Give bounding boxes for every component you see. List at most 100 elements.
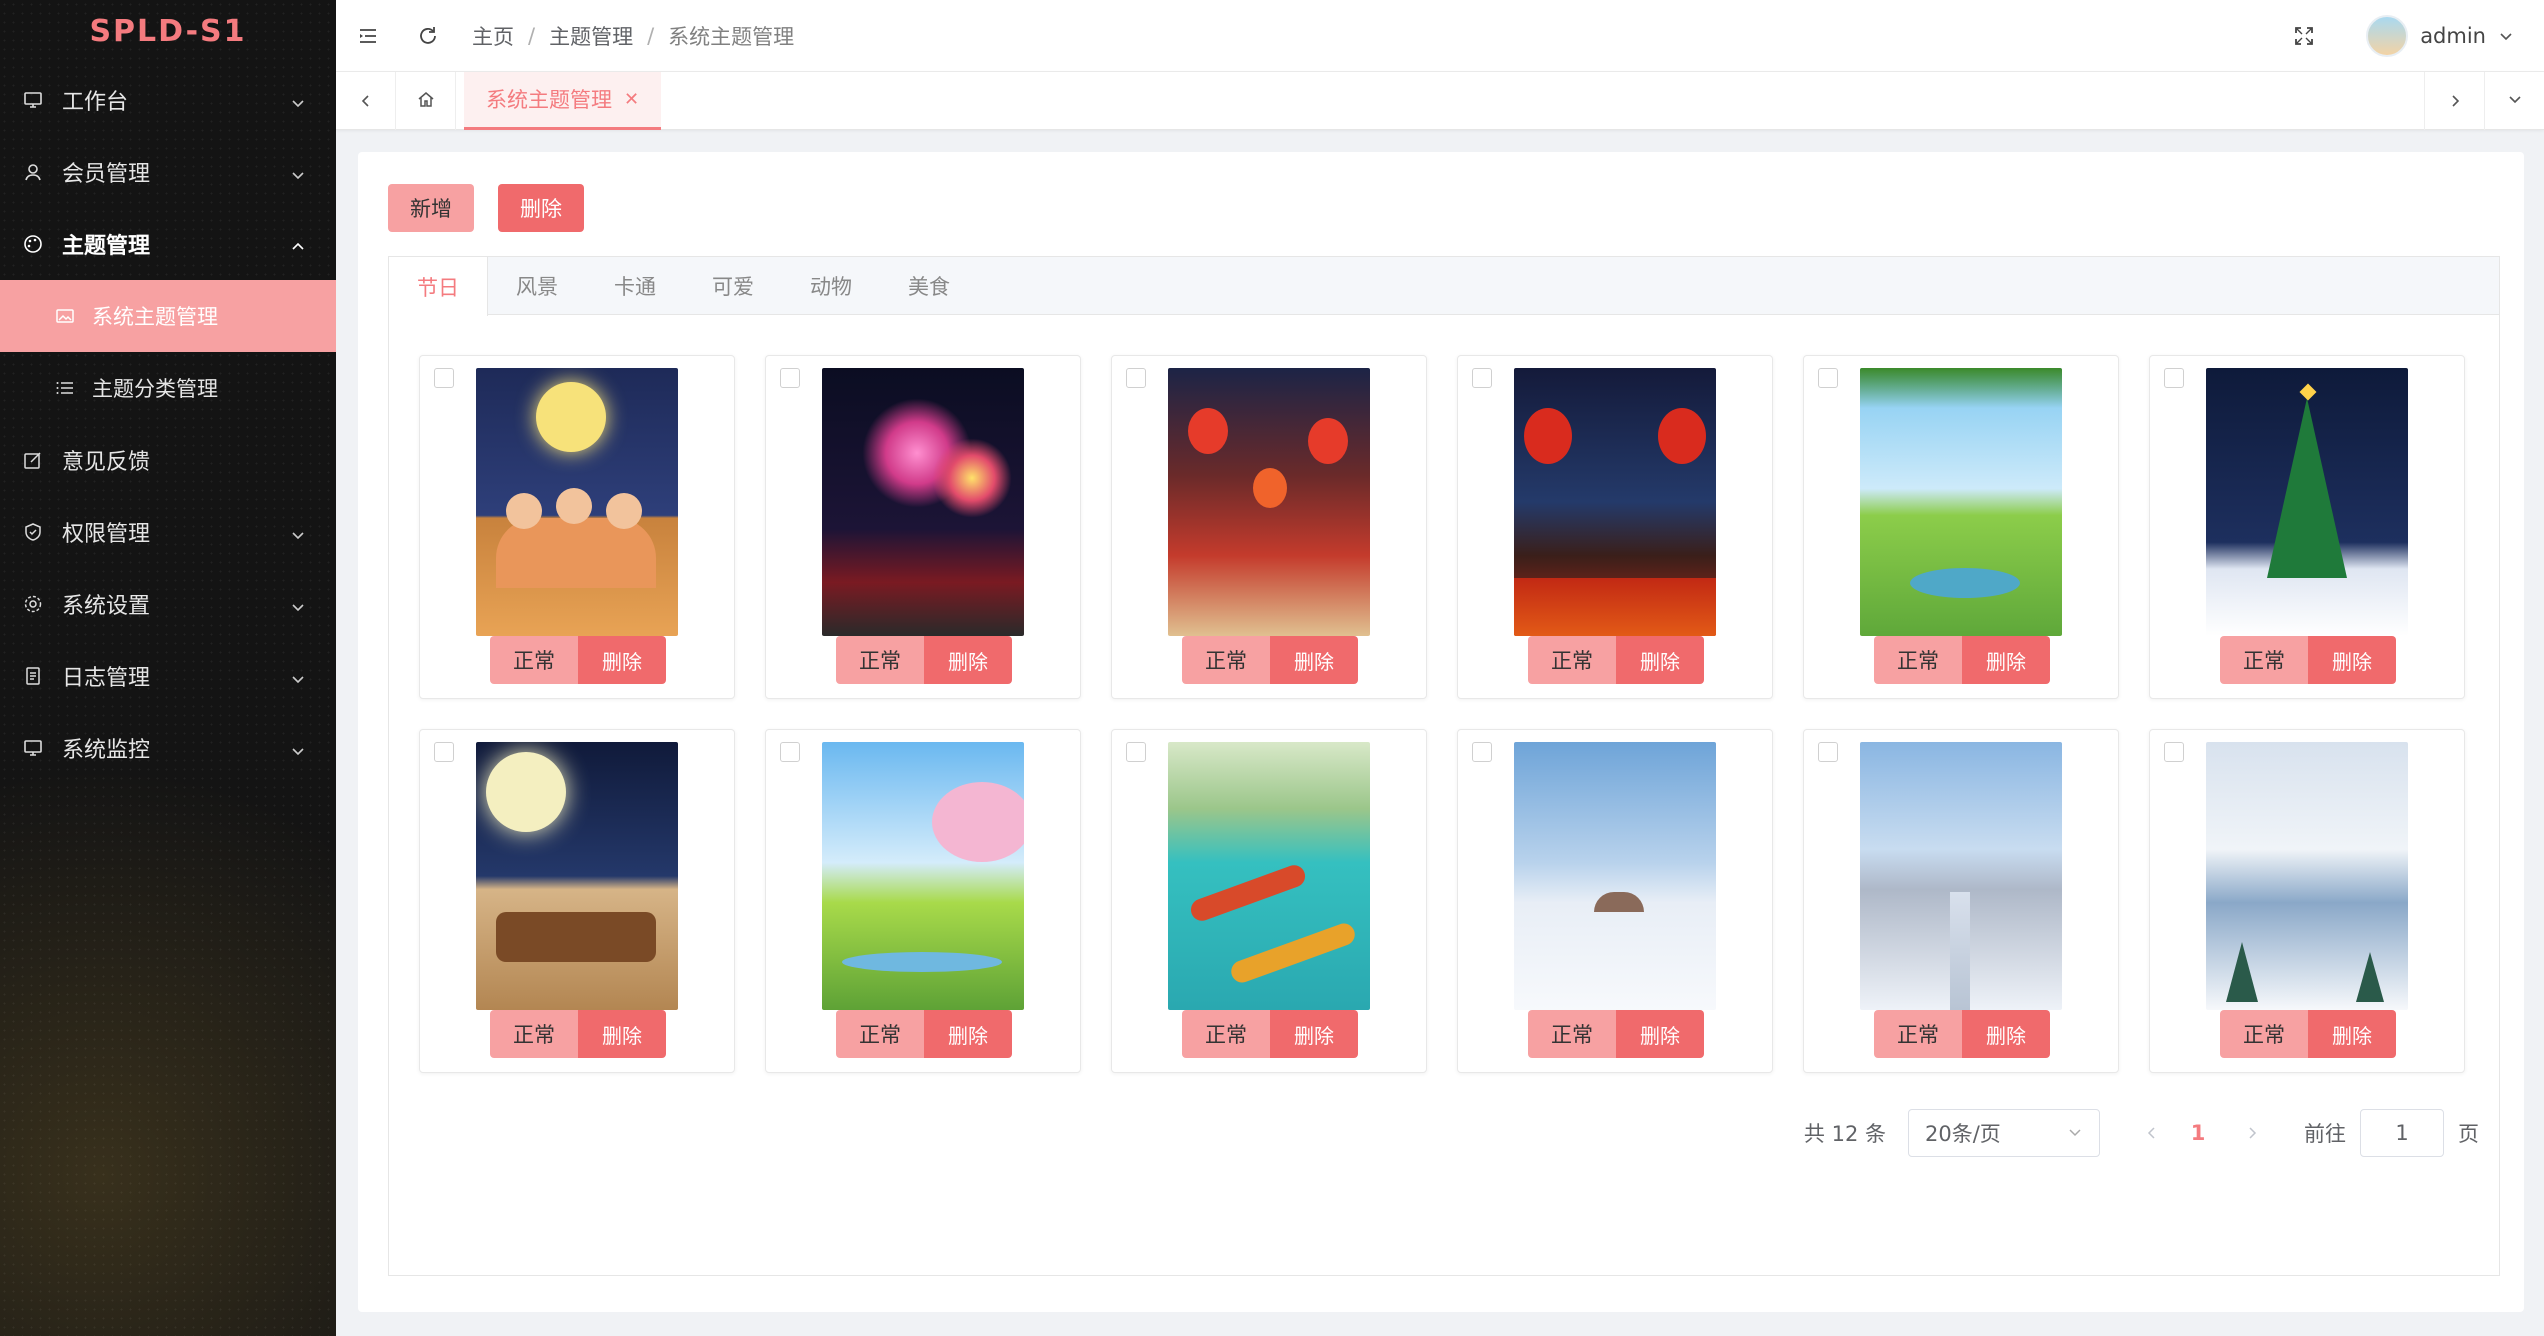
card-delete-button[interactable]: 删除 xyxy=(1270,1010,1358,1058)
card-delete-button[interactable]: 删除 xyxy=(1616,636,1704,684)
sidebar-item-logs[interactable]: 日志管理 xyxy=(0,640,336,712)
chevron-down-icon xyxy=(2507,91,2523,111)
status-normal-button[interactable]: 正常 xyxy=(490,636,578,684)
select-checkbox[interactable] xyxy=(1818,742,1838,762)
fullscreen-icon[interactable] xyxy=(2292,24,2316,48)
card-delete-button[interactable]: 删除 xyxy=(1962,636,2050,684)
chevron-down-icon xyxy=(290,596,306,612)
page-suffix: 页 xyxy=(2458,1122,2479,1146)
sidebar-subitem-theme-category[interactable]: 主题分类管理 xyxy=(0,352,336,424)
scroll-right-button[interactable] xyxy=(2424,71,2484,130)
theme-thumbnail[interactable] xyxy=(822,368,1024,636)
username[interactable]: admin xyxy=(2420,24,2486,48)
theme-thumbnail[interactable] xyxy=(2206,368,2408,636)
add-button[interactable]: 新增 xyxy=(388,184,474,232)
breadcrumb-theme-management[interactable]: 主题管理 xyxy=(549,21,633,51)
tab-cute[interactable]: 可爱 xyxy=(684,257,782,315)
status-normal-button[interactable]: 正常 xyxy=(490,1010,578,1058)
page-size-select[interactable]: 20条/页 xyxy=(1908,1109,2100,1157)
status-normal-button[interactable]: 正常 xyxy=(1874,636,1962,684)
tag-system-theme[interactable]: 系统主题管理 ✕ xyxy=(464,71,662,130)
sidebar-item-theme-management[interactable]: 主题管理 xyxy=(0,208,336,280)
sidebar-item-permissions[interactable]: 权限管理 xyxy=(0,496,336,568)
top-header: 主页 / 主题管理 / 系统主题管理 admin xyxy=(336,0,2544,72)
card-delete-button[interactable]: 删除 xyxy=(578,1010,666,1058)
sidebar-item-settings[interactable]: 系统设置 xyxy=(0,568,336,640)
status-normal-button[interactable]: 正常 xyxy=(1528,636,1616,684)
sidebar-item-members[interactable]: 会员管理 xyxy=(0,136,336,208)
theme-thumbnail[interactable] xyxy=(1514,742,1716,1010)
card-delete-button[interactable]: 删除 xyxy=(924,636,1012,684)
select-checkbox[interactable] xyxy=(780,742,800,762)
status-normal-button[interactable]: 正常 xyxy=(2220,1010,2308,1058)
list-icon xyxy=(54,377,76,399)
tab-animal[interactable]: 动物 xyxy=(782,257,880,315)
chevron-down-icon xyxy=(2067,1121,2083,1145)
goto-page-input[interactable]: 1 xyxy=(2360,1109,2444,1157)
close-icon[interactable]: ✕ xyxy=(624,89,639,110)
avatar[interactable] xyxy=(2366,14,2409,57)
tab-holiday[interactable]: 节日 xyxy=(389,257,488,316)
sidebar-item-label: 会员管理 xyxy=(62,162,151,187)
theme-card: 正常 删除 xyxy=(765,729,1081,1073)
breadcrumb-home[interactable]: 主页 xyxy=(472,21,514,51)
tab-scenery[interactable]: 风景 xyxy=(488,257,586,315)
select-checkbox[interactable] xyxy=(1126,742,1146,762)
select-checkbox[interactable] xyxy=(2164,742,2184,762)
sidebar-item-label: 工作台 xyxy=(62,90,129,115)
chevron-down-icon[interactable] xyxy=(2494,24,2518,48)
card-delete-button[interactable]: 删除 xyxy=(1616,1010,1704,1058)
theme-thumbnail[interactable] xyxy=(822,742,1024,1010)
tab-cartoon[interactable]: 卡通 xyxy=(586,257,684,315)
refresh-icon[interactable] xyxy=(416,24,440,48)
card-delete-button[interactable]: 删除 xyxy=(924,1010,1012,1058)
sidebar-item-workbench[interactable]: 工作台 xyxy=(0,64,336,136)
card-delete-button[interactable]: 删除 xyxy=(578,636,666,684)
sidebar-item-feedback[interactable]: 意见反馈 xyxy=(0,424,336,496)
chevron-down-icon xyxy=(290,164,306,180)
status-normal-button[interactable]: 正常 xyxy=(1874,1010,1962,1058)
select-checkbox[interactable] xyxy=(1472,368,1492,388)
select-checkbox[interactable] xyxy=(2164,368,2184,388)
tags-menu-button[interactable] xyxy=(2484,71,2544,130)
select-checkbox[interactable] xyxy=(434,742,454,762)
next-page-button[interactable] xyxy=(2234,1121,2270,1145)
theme-thumbnail[interactable] xyxy=(2206,742,2408,1010)
tab-food[interactable]: 美食 xyxy=(880,257,978,315)
sidebar-item-monitoring[interactable]: 系统监控 xyxy=(0,712,336,784)
tag-label: 系统主题管理 xyxy=(486,88,612,112)
theme-thumbnail[interactable] xyxy=(1514,368,1716,636)
select-checkbox[interactable] xyxy=(780,368,800,388)
select-checkbox[interactable] xyxy=(434,368,454,388)
status-normal-button[interactable]: 正常 xyxy=(1182,1010,1270,1058)
status-normal-button[interactable]: 正常 xyxy=(1528,1010,1616,1058)
select-checkbox[interactable] xyxy=(1126,368,1146,388)
card-delete-button[interactable]: 删除 xyxy=(1962,1010,2050,1058)
theme-thumbnail[interactable] xyxy=(476,368,678,636)
breadcrumb-separator: / xyxy=(528,23,536,48)
theme-thumbnail[interactable] xyxy=(1860,368,2062,636)
shield-icon xyxy=(22,521,44,543)
sidebar-item-label: 系统监控 xyxy=(62,738,151,763)
menu-fold-icon[interactable] xyxy=(356,24,380,48)
card-delete-button[interactable]: 删除 xyxy=(2308,636,2396,684)
status-normal-button[interactable]: 正常 xyxy=(836,1010,924,1058)
theme-card: 正常 删除 xyxy=(1111,355,1427,699)
status-normal-button[interactable]: 正常 xyxy=(1182,636,1270,684)
page-number[interactable]: 1 xyxy=(2180,1121,2216,1145)
theme-thumbnail[interactable] xyxy=(1168,368,1370,636)
theme-thumbnail[interactable] xyxy=(1168,742,1370,1010)
status-normal-button[interactable]: 正常 xyxy=(836,636,924,684)
theme-thumbnail[interactable] xyxy=(476,742,678,1010)
delete-button[interactable]: 删除 xyxy=(498,184,584,232)
status-normal-button[interactable]: 正常 xyxy=(2220,636,2308,684)
select-checkbox[interactable] xyxy=(1818,368,1838,388)
card-delete-button[interactable]: 删除 xyxy=(2308,1010,2396,1058)
scroll-left-button[interactable] xyxy=(336,71,396,130)
prev-page-button[interactable] xyxy=(2134,1121,2170,1145)
card-delete-button[interactable]: 删除 xyxy=(1270,636,1358,684)
home-tag-button[interactable] xyxy=(396,71,456,130)
sidebar-subitem-system-theme[interactable]: 系统主题管理 xyxy=(0,280,336,352)
select-checkbox[interactable] xyxy=(1472,742,1492,762)
theme-thumbnail[interactable] xyxy=(1860,742,2062,1010)
